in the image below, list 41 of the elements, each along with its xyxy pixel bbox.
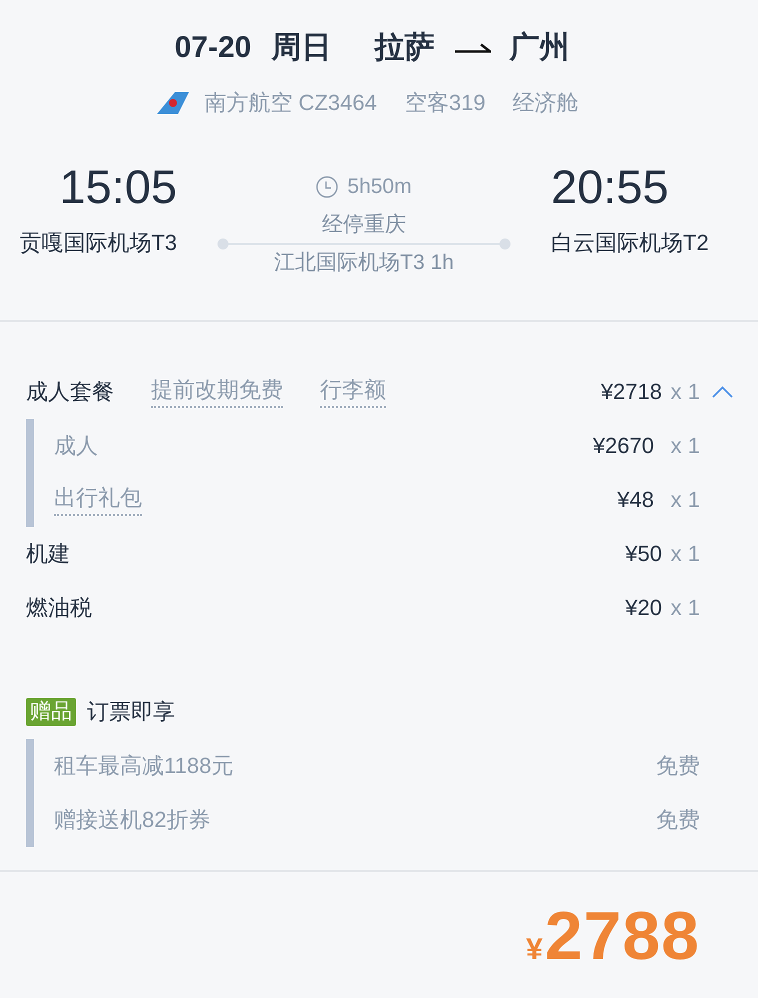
departure-airport: 贡嘎国际机场T3	[19, 230, 177, 256]
quantity-text: x 1	[670, 541, 700, 567]
price-amount: ¥2670	[592, 433, 654, 459]
policy-link[interactable]: 提前改期免费	[151, 376, 283, 408]
gift-item-label: 租车最高减1188元	[54, 752, 234, 780]
origin-city: 拉萨	[374, 30, 434, 66]
price-item-link[interactable]: 出行礼包	[54, 484, 142, 516]
aircraft-type: 空客319	[404, 89, 486, 117]
price-item-label: 燃油税	[26, 594, 92, 622]
chevron-up-icon[interactable]	[712, 386, 733, 398]
price-item-label: 机建	[26, 540, 70, 568]
arrival-airport: 白云国际机场T2	[551, 230, 709, 256]
flight-weekday: 周日	[271, 30, 332, 66]
quantity-text: x 1	[670, 379, 700, 405]
stopover-city: 经停重庆	[322, 212, 406, 238]
price-amount: ¥50	[625, 541, 662, 567]
flight-date: 07-20	[174, 30, 252, 66]
airline-flight-number: 南方航空 CZ3464	[204, 89, 377, 117]
quantity-text: x 1	[670, 595, 700, 621]
quantity-text: x 1	[670, 487, 700, 513]
stopover-airport: 江北国际机场T3 1h	[274, 250, 454, 276]
policy-link[interactable]: 行李额	[320, 376, 386, 408]
gift-item-label: 赠接送机82折券	[54, 806, 210, 834]
clock-icon	[316, 176, 338, 198]
gift-item-price: 免费	[656, 806, 700, 834]
arrival-time: 20:55	[551, 162, 669, 212]
cabin-class: 经济舱	[512, 89, 579, 117]
gift-item-price: 免费	[656, 752, 700, 780]
price-item-label: 成人套餐	[26, 378, 114, 406]
price-amount: ¥48	[617, 487, 654, 513]
price-amount: ¥2718	[600, 379, 662, 405]
gift-badge: 赠品	[26, 698, 76, 726]
quantity-text: x 1	[670, 433, 700, 459]
price-amount: ¥20	[625, 595, 662, 621]
airline-tail-logo-icon	[157, 92, 190, 114]
total-price: ¥2788	[526, 897, 700, 976]
flight-duration: 5h50m	[347, 175, 412, 199]
price-item-label: 成人	[54, 432, 98, 460]
departure-time: 15:05	[59, 162, 177, 212]
destination-city: 广州	[509, 30, 570, 66]
gift-title: 订票即享	[87, 698, 175, 726]
